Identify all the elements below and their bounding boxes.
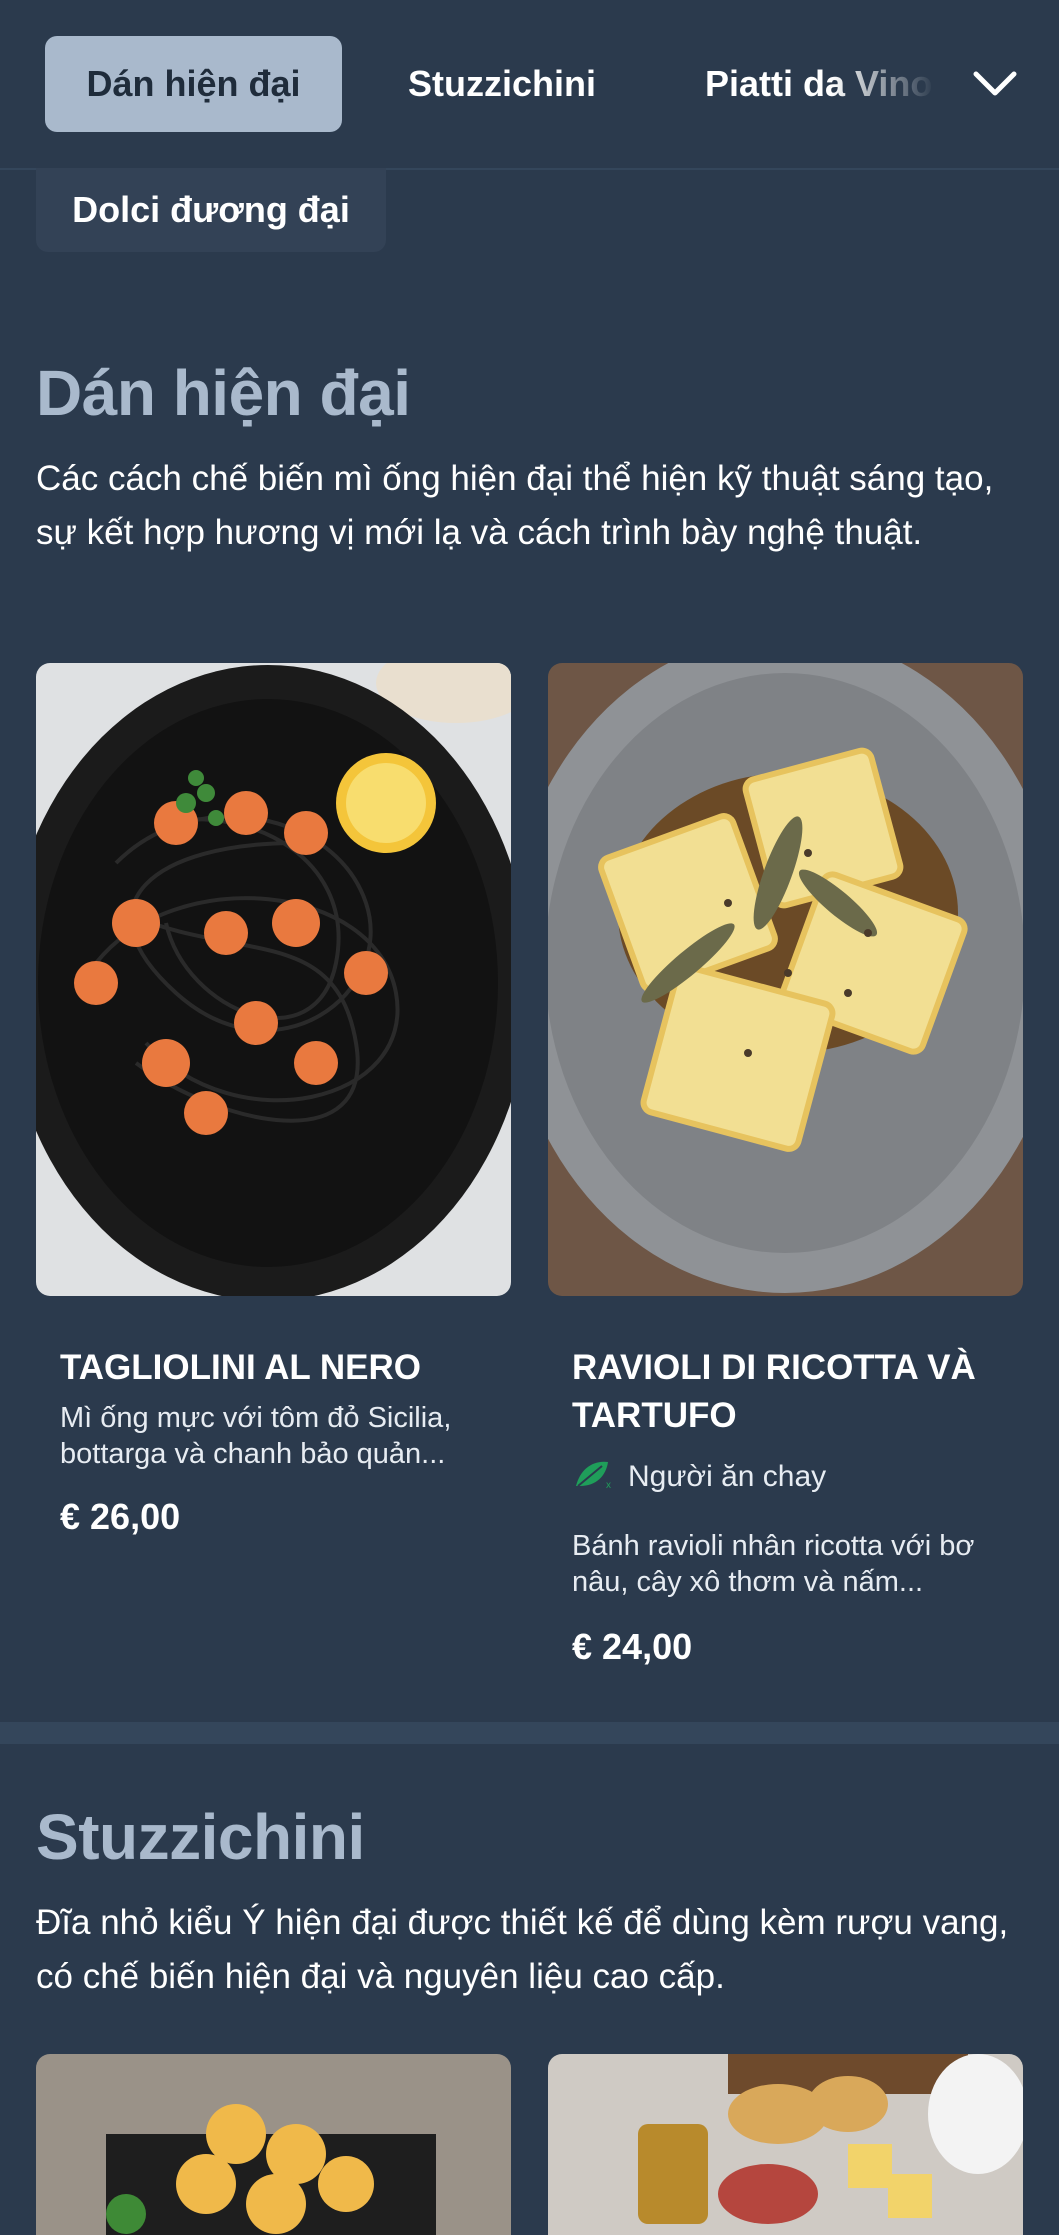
section-description: Các cách chế biến mì ống hiện đại thể hi… [36,459,994,552]
dish-image-ravioli[interactable] [548,663,1023,1296]
dish-image-tagliolini[interactable] [36,663,511,1296]
tab-dan-hien-dai[interactable]: Dán hiện đại [45,36,342,132]
section-divider [0,1722,1059,1744]
section-description: Đĩa nhỏ kiểu Ý hiện đại được thiết kế để… [36,1903,1009,1996]
dish-image-stuzzichini-2[interactable] [548,2054,1023,2235]
dish-name: TAGLIOLINI AL NERO [60,1348,422,1387]
category-nav: Dán hiện đại Stuzzichini Piatti da Vino [0,0,1059,170]
dish-name: RAVIOLI DI RICOTTA VÀ TARTUFO [572,1348,976,1435]
dish-price: € 24,00 [572,1626,693,1667]
vegetarian-tag: x Người ăn chay [572,1456,826,1498]
svg-text:x: x [606,1480,611,1490]
dish-image-stuzzichini-1[interactable] [36,2054,511,2235]
tab-piatti-da-vino[interactable]: Piatti da Vino [705,36,935,132]
tab-dolci-duong-dai[interactable]: Dolci đương đại [36,168,386,252]
dish-description: Bánh ravioli nhân ricotta với bơ nâu, câ… [572,1530,975,1598]
section-title: Dán hiện đại [36,357,411,429]
dish-price: € 26,00 [60,1496,181,1537]
tab-stuzzichini[interactable]: Stuzzichini [388,36,616,132]
chevron-down-icon[interactable] [963,54,1027,114]
vegetarian-label: Người ăn chay [628,1460,827,1493]
vegetarian-leaf-icon: x [572,1456,614,1498]
dish-description: Mì ống mực với tôm đỏ Sicilia, bottarga … [60,1402,452,1470]
section-title: Stuzzichini [36,1801,365,1873]
